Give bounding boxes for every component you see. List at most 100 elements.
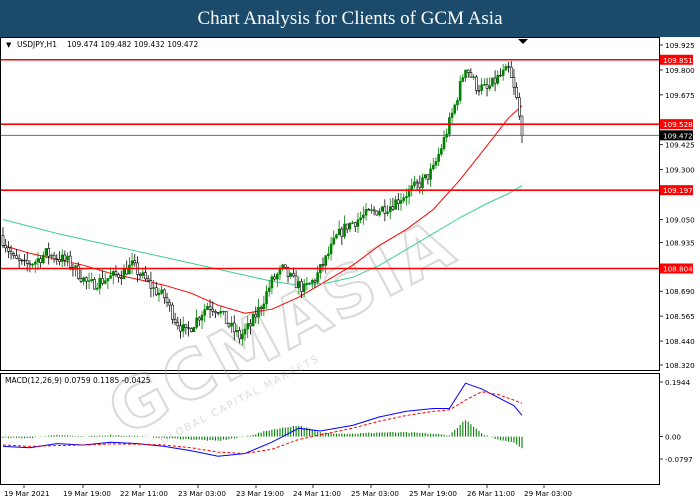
- candle-body: [469, 72, 473, 78]
- candle-body: [491, 77, 494, 87]
- candle-body: [356, 219, 360, 227]
- candle-body: [93, 279, 96, 290]
- candle-body: [378, 210, 381, 216]
- collapse-triangle-icon[interactable]: ▼: [6, 41, 12, 49]
- candle-body: [461, 77, 465, 82]
- candle-body: [504, 66, 508, 71]
- candle-body: [415, 181, 419, 184]
- time-tick-label: 19 Mar 19:00: [63, 489, 111, 498]
- candle-body: [418, 182, 422, 188]
- candle-body: [173, 319, 177, 323]
- candle-body: [267, 287, 271, 292]
- candle-body: [367, 209, 371, 211]
- candle-body: [275, 273, 279, 280]
- level-tag-label: 109.851: [663, 56, 693, 65]
- macd-tick-label: 0.1944: [665, 378, 691, 387]
- candle-body: [353, 222, 357, 227]
- candle-body: [52, 254, 56, 260]
- candle-body: [273, 276, 276, 280]
- candle-body: [483, 84, 486, 86]
- candle-body: [466, 69, 470, 73]
- level-tag-label: 109.528: [663, 120, 693, 129]
- candle-body: [423, 174, 427, 179]
- candle-body: [192, 327, 196, 332]
- candle-body: [111, 271, 115, 276]
- price-tick-label: 109.425: [665, 141, 695, 150]
- candle-body: [98, 278, 102, 289]
- candle-body: [76, 265, 80, 279]
- candle-body: [224, 310, 228, 324]
- candle-body: [130, 260, 134, 266]
- candle-body: [141, 272, 145, 276]
- candle-body: [95, 287, 99, 290]
- candle-body: [23, 259, 26, 262]
- candle-body: [122, 268, 126, 279]
- current-price-label: 109.472: [663, 131, 693, 140]
- candle-body: [394, 199, 397, 210]
- candle-body: [289, 273, 293, 277]
- candle-body: [329, 243, 333, 255]
- candle-body: [372, 209, 376, 212]
- candle-body: [472, 76, 475, 78]
- price-tick-label: 109.050: [665, 215, 695, 224]
- candle-body: [386, 211, 389, 214]
- candle-body: [297, 281, 301, 289]
- forex-chart[interactable]: GCMASIA GLOBAL CAPITAL MARKETS 109.85110…: [0, 37, 700, 500]
- candle-body: [324, 255, 327, 266]
- candle-body: [82, 277, 85, 282]
- candle-body: [305, 283, 309, 285]
- candle-body: [187, 327, 190, 329]
- candle-body: [109, 275, 112, 279]
- candle-body: [448, 117, 451, 135]
- candle-body: [421, 177, 424, 188]
- candle-body: [206, 306, 209, 310]
- candle-body: [160, 289, 163, 294]
- candle-body: [453, 104, 457, 114]
- candle-body: [515, 87, 518, 98]
- candle-body: [179, 325, 182, 332]
- candle-body: [1, 235, 5, 246]
- candle-body: [474, 76, 478, 91]
- candle-body: [31, 264, 34, 266]
- time-tick-label: 23 Mar 03:00: [178, 489, 226, 498]
- candle-body: [501, 69, 505, 76]
- candle-body: [168, 302, 172, 306]
- candle-body: [431, 164, 435, 170]
- candle-body: [79, 278, 83, 282]
- candle-body: [154, 287, 158, 296]
- candle-body: [345, 223, 349, 230]
- candle-body: [348, 222, 352, 230]
- candle-body: [195, 317, 198, 328]
- candle-body: [278, 268, 282, 275]
- candle-body: [509, 66, 513, 78]
- candle-body: [117, 274, 120, 278]
- candle-body: [456, 100, 459, 106]
- candle-body: [211, 309, 215, 312]
- candle-body: [33, 261, 37, 265]
- candle-body: [66, 255, 69, 261]
- candle-body: [391, 206, 395, 210]
- candle-body: [36, 258, 40, 263]
- candle-body: [163, 289, 166, 299]
- candle-body: [477, 90, 481, 92]
- candle-body: [359, 217, 362, 221]
- candle-body: [87, 280, 91, 282]
- candle-body: [203, 309, 206, 316]
- candle-body: [429, 168, 432, 180]
- candle-body: [294, 275, 298, 289]
- candle-body: [257, 307, 260, 318]
- candle-body: [125, 268, 128, 275]
- candle-body: [230, 322, 233, 327]
- candle-body: [42, 254, 45, 263]
- candle-body: [216, 312, 220, 314]
- candle-body: [12, 253, 16, 256]
- candle-body: [480, 84, 483, 91]
- candle-body: [375, 210, 379, 216]
- candle-body: [300, 281, 303, 292]
- time-tick-label: 25 Mar 19:00: [409, 489, 457, 498]
- candle-body: [292, 273, 295, 277]
- candle-body: [241, 333, 244, 340]
- price-tick-label: 108.690: [665, 287, 695, 296]
- time-tick-label: 29 Mar 03:00: [524, 489, 572, 498]
- candle-body: [364, 209, 368, 216]
